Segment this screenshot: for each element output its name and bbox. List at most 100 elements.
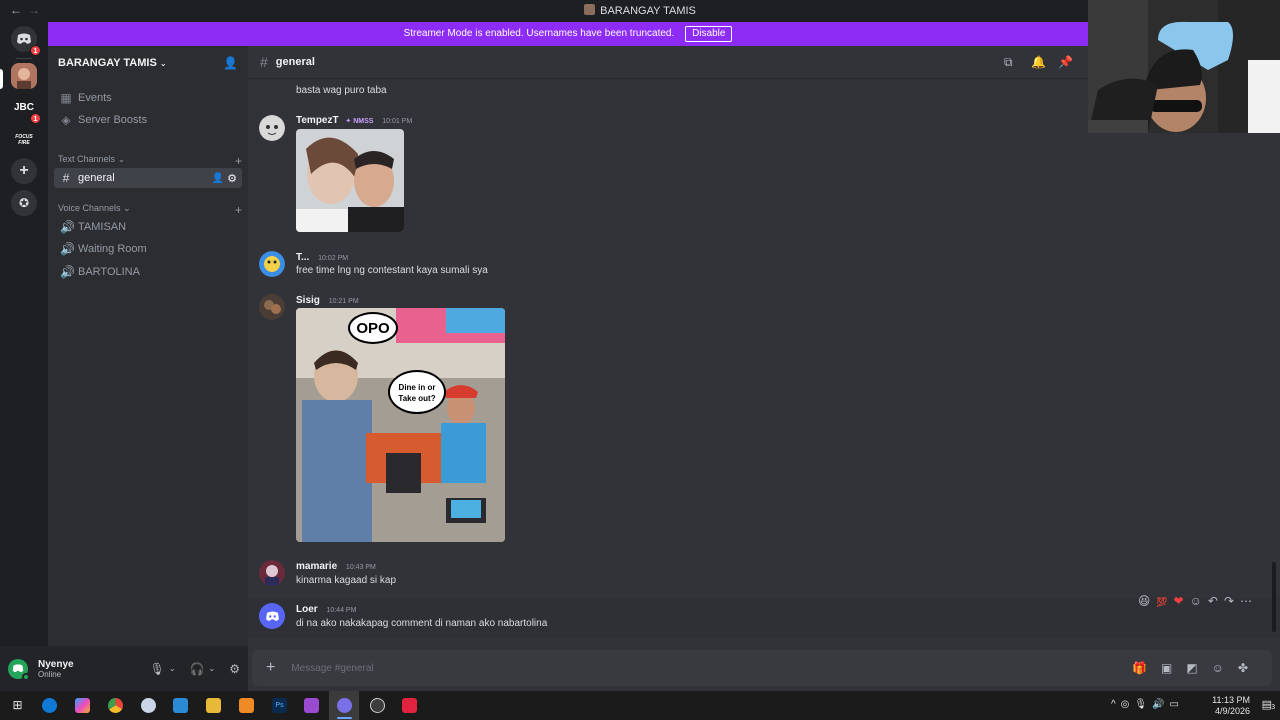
app-icon[interactable] xyxy=(402,698,417,713)
reaction-heart-icon[interactable]: ❤ xyxy=(1174,594,1190,608)
message-timestamp: 10:01 PM xyxy=(382,118,413,125)
add-server-icon[interactable]: + xyxy=(11,158,37,184)
display-icon[interactable]: ▭ xyxy=(1170,699,1184,710)
chevron-down-icon[interactable]: ⌄ xyxy=(169,664,176,673)
threads-icon[interactable]: ⧉ xyxy=(1004,55,1013,70)
add-channel-icon[interactable]: + xyxy=(235,154,242,168)
meme-illustration xyxy=(296,308,505,542)
mic-icon[interactable]: 🎙 xyxy=(1134,699,1152,710)
sublime-text-icon[interactable] xyxy=(239,698,254,713)
avatar[interactable] xyxy=(259,560,285,586)
message-author[interactable]: mamarie 10:43 PM xyxy=(296,561,376,572)
direct-messages-button[interactable]: 1 xyxy=(11,26,41,56)
volume-icon[interactable]: 🔊 xyxy=(1152,699,1169,710)
message-input[interactable]: Message #general xyxy=(291,663,373,674)
sidebar-item-events[interactable]: ▦ Events xyxy=(54,88,242,108)
server-rail: 1 JBC 1 FOCUS FIRE + ✪ xyxy=(0,21,48,691)
windows-taskbar: ⊞ Ps ^◎🎙🔊▭ 11:13 PM 4/9/2026 ▤ 3 xyxy=(0,691,1280,720)
streamer-mode-text: Streamer Mode is enabled. Usernames have… xyxy=(403,28,675,39)
discord-logo-icon xyxy=(265,610,279,621)
reaction-100-icon[interactable]: 💯 xyxy=(1156,597,1173,607)
reply-icon[interactable]: ↶ xyxy=(1208,594,1224,608)
speaker-icon: 🔊 xyxy=(60,265,75,279)
notification-center-icon[interactable]: ▤ 3 xyxy=(1262,698,1275,711)
sidebar-item-server-boosts[interactable]: ◈ Server Boosts xyxy=(54,110,242,130)
app-icon[interactable] xyxy=(141,698,156,713)
avatar[interactable] xyxy=(259,115,285,141)
voice-channel-waiting-room[interactable]: 🔊 Waiting Room xyxy=(54,239,242,259)
voice-channel-bartolina[interactable]: 🔊 BARTOLINA xyxy=(54,262,242,282)
app-icon[interactable] xyxy=(304,698,319,713)
system-tray: ^◎🎙🔊▭ xyxy=(1111,699,1184,710)
obs-icon[interactable] xyxy=(370,698,385,713)
server-avatar-icon xyxy=(11,63,37,89)
gif-icon[interactable]: ▣ xyxy=(1161,661,1186,675)
user-settings-gear-icon[interactable]: ⚙ xyxy=(229,662,240,676)
gift-icon[interactable]: 🎁 xyxy=(1132,661,1161,675)
server-focus-fire[interactable]: FOCUS FIRE xyxy=(11,127,37,153)
disable-streamer-button[interactable]: Disable xyxy=(685,26,733,42)
chat-area: # general ⧉ 🔔 📌 basta wag puro taba Temp… xyxy=(248,46,1280,691)
image-attachment[interactable] xyxy=(296,129,404,232)
avatar[interactable] xyxy=(259,251,285,277)
speech-bubble: OPO xyxy=(348,312,398,344)
file-explorer-icon[interactable] xyxy=(206,698,221,713)
channel-general[interactable]: # general 👤 ⚙ xyxy=(54,168,242,188)
speaker-icon: 🔊 xyxy=(60,220,75,234)
bell-icon[interactable]: 🔔 xyxy=(1031,55,1046,69)
gpu-icon[interactable]: ◎ xyxy=(1121,699,1135,710)
message-author[interactable]: TempezT ✦ NMSS 10:01 PM xyxy=(296,115,412,126)
invite-people-icon[interactable]: 👤 xyxy=(223,56,238,70)
server-barangay-tamis[interactable] xyxy=(11,63,37,89)
avatar[interactable] xyxy=(259,603,285,629)
headphones-icon[interactable]: 🎧 xyxy=(190,662,205,676)
add-reaction-icon[interactable]: ☺ xyxy=(1190,594,1208,608)
vscode-icon[interactable] xyxy=(173,698,188,713)
guild-tag: ✦ NMSS xyxy=(345,118,374,125)
chrome-icon[interactable] xyxy=(108,698,123,713)
user-names[interactable]: Nyenye Online xyxy=(38,659,136,679)
add-attachment-icon[interactable]: + xyxy=(266,659,275,677)
unread-badge: 1 xyxy=(30,45,41,56)
more-icon[interactable]: ⋯ xyxy=(1240,594,1258,608)
edge-browser-icon[interactable] xyxy=(42,698,57,713)
active-indicator xyxy=(337,717,352,719)
message-author[interactable]: Sisig 10:21 PM xyxy=(296,295,359,306)
microphone-icon[interactable]: 🎙 xyxy=(150,662,165,676)
server-jbc[interactable]: JBC 1 xyxy=(11,94,41,124)
apps-icon[interactable]: ✤ xyxy=(1238,661,1262,675)
sticker-icon[interactable]: ◩ xyxy=(1186,661,1211,675)
category-voice-channels[interactable]: Voice Channels ⌄ + xyxy=(58,203,242,217)
forward-icon[interactable]: ↷ xyxy=(1224,594,1240,608)
channel-title: general xyxy=(275,56,315,68)
meme-image-attachment[interactable]: OPO Dine in or Take out? xyxy=(296,308,505,542)
message-text: kinarma kagaad si kap xyxy=(296,575,397,586)
message-timestamp: 10:43 PM xyxy=(345,564,376,571)
avatar[interactable] xyxy=(8,658,30,681)
message-author[interactable]: T... 10:02 PM xyxy=(296,252,348,263)
voice-channel-tamisan[interactable]: 🔊 TAMISAN xyxy=(54,217,242,237)
gear-icon[interactable]: ⚙ xyxy=(227,172,237,185)
invite-icon[interactable]: 👤 xyxy=(212,173,224,184)
message-text: di na ako nakakapag comment di naman ako… xyxy=(296,618,548,629)
divider xyxy=(16,58,32,59)
photoshop-icon[interactable]: Ps xyxy=(272,698,287,713)
avatar[interactable] xyxy=(259,294,285,320)
chevron-down-icon[interactable]: ⌄ xyxy=(209,664,216,673)
online-status-dot xyxy=(22,672,30,681)
emoji-icon[interactable]: ☺ xyxy=(1212,661,1238,675)
clock[interactable]: 11:13 PM 4/9/2026 xyxy=(1212,695,1250,717)
pin-icon[interactable]: 📌 xyxy=(1058,55,1073,69)
windows-start-icon[interactable]: ⊞ xyxy=(10,698,25,713)
username: Nyenye xyxy=(38,658,74,670)
discord-taskbar-icon[interactable] xyxy=(337,698,352,713)
reaction-laugh-icon[interactable]: 😆 xyxy=(1138,594,1157,608)
copilot-icon[interactable] xyxy=(75,698,90,713)
message-author[interactable]: Loer 10:44 PM xyxy=(296,604,356,615)
server-header[interactable]: BARANGAY TAMIS ⌄ 👤 xyxy=(48,46,248,79)
add-channel-icon[interactable]: + xyxy=(235,203,242,217)
category-text-channels[interactable]: Text Channels ⌄ + xyxy=(58,154,242,168)
explore-compass-icon[interactable]: ✪ xyxy=(11,190,37,216)
chat-scrollbar[interactable] xyxy=(1272,562,1276,632)
chevron-up-icon[interactable]: ^ xyxy=(1111,699,1121,710)
